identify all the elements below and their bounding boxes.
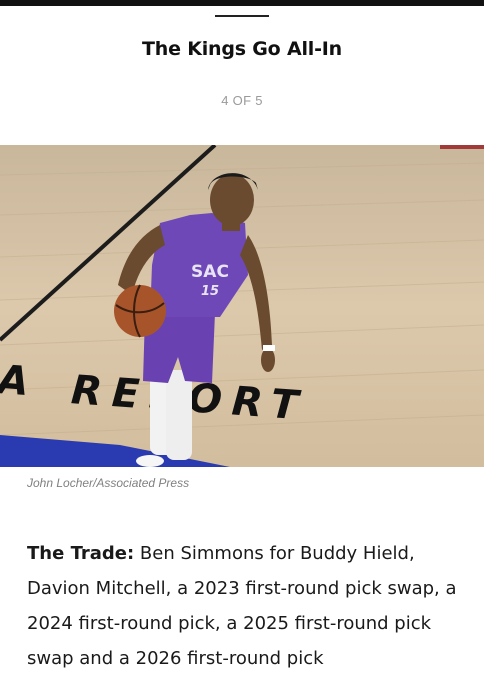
basketball: [114, 285, 166, 337]
trade-label: The Trade:: [27, 543, 135, 564]
court-lettering: A: [0, 357, 36, 406]
slide-counter: 4 OF 5: [221, 93, 263, 108]
article-paragraph: The Trade: Ben Simmons for Buddy Hield, …: [27, 536, 467, 676]
top-bar: [0, 0, 484, 6]
photo-credit: John Locher/Associated Press: [27, 476, 190, 490]
jersey-number: 15: [201, 284, 219, 299]
basketball-player-photo: A RESORT SAC 15: [0, 145, 484, 467]
slide-title: The Kings Go All-In: [142, 38, 342, 60]
jersey-text: SAC: [191, 262, 229, 282]
header-divider: [215, 15, 269, 17]
article-photo[interactable]: A RESORT SAC 15: [0, 145, 484, 467]
